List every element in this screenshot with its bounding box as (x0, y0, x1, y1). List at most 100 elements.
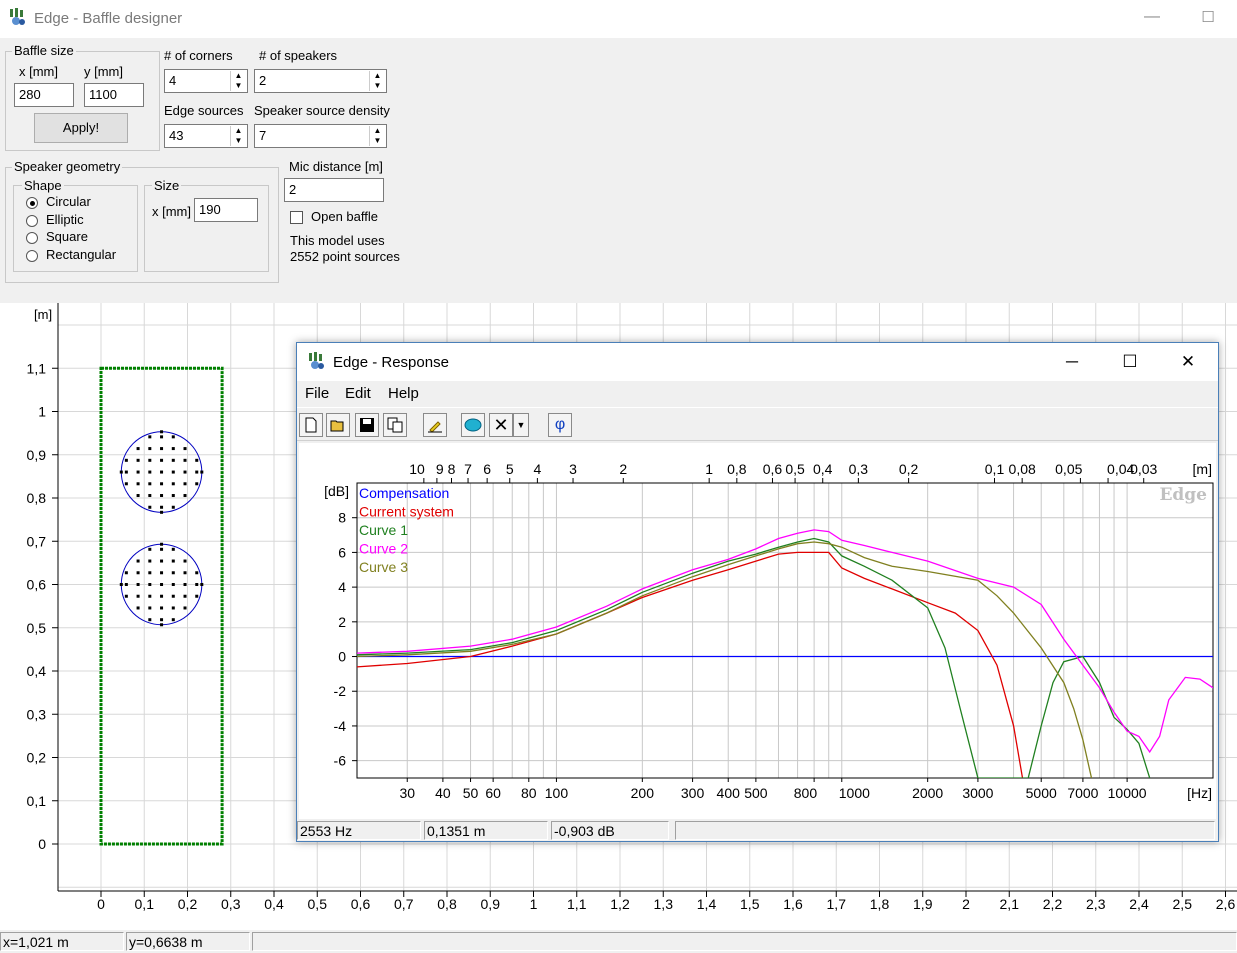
size-label: Size (152, 178, 182, 193)
dropdown-icon[interactable]: ▼ (513, 413, 529, 437)
shape-radio-rectangular[interactable] (26, 249, 38, 262)
top-tick-label: 0,4 (813, 461, 833, 477)
open-icon[interactable] (326, 413, 350, 437)
speaker-source (136, 606, 140, 610)
speaker-source (124, 583, 128, 586)
response-status-level: -0,903 dB (551, 821, 669, 840)
mic-distance-label: Mic distance [m] (289, 159, 383, 174)
chart-frame (356, 482, 1214, 779)
corners-spinner[interactable]: 4 ▲ ▼ (164, 69, 248, 93)
speaker-density-label: Speaker source density (254, 103, 390, 118)
response-plot-area[interactable]: 8 6 4 2 0 -2 -4 -6 [dB] 30 40 50 60 80 100 200 300 400 500… (299, 443, 1216, 819)
y-tick-label: 2 (338, 614, 346, 630)
y-tick-label: 0,8 (27, 490, 47, 506)
speaker-density-spinner[interactable]: 7 ▲ ▼ (254, 124, 387, 148)
shape-radio-elliptic[interactable] (26, 214, 38, 227)
x-tick-label: 1,5 (740, 896, 760, 912)
speaker-source (183, 606, 187, 610)
shape-radio-circular[interactable] (26, 197, 38, 209)
x-tick-label: 80 (521, 785, 537, 801)
new-icon[interactable] (299, 413, 323, 437)
menu-file[interactable]: File (305, 385, 329, 402)
open-baffle-checkbox[interactable] (290, 211, 303, 224)
save-icon[interactable] (355, 413, 379, 437)
speaker-source (195, 482, 199, 486)
shape-label-circular[interactable]: Circular (46, 194, 91, 209)
speaker-density-value: 7 (259, 128, 267, 143)
speaker-source (183, 571, 187, 575)
speaker-source (171, 571, 175, 575)
response-chart[interactable]: 86420-2-4-6[dB]30 40 50 60 80 100 200 300 400 500… (299, 443, 1216, 819)
x-tick-label: 1 (530, 896, 538, 912)
shape-label-square[interactable]: Square (46, 229, 88, 244)
speaker-source (183, 559, 187, 563)
copy-icon[interactable] (383, 413, 407, 437)
maximize-icon[interactable]: ☐ (1107, 349, 1153, 375)
menu-edit[interactable]: Edit (345, 385, 371, 402)
y-tick-label: -6 (334, 753, 347, 769)
speaker-icon[interactable] (461, 413, 485, 437)
speaker-source (183, 594, 187, 598)
maximize-button[interactable]: ☐ (1196, 8, 1220, 28)
top-tick-label: 0,08 (1009, 461, 1036, 477)
baffle-x-input[interactable]: 280 (14, 83, 74, 107)
model-info-line1: This model uses (290, 233, 385, 248)
speaker-source (148, 547, 152, 551)
y-tick-label: 0,5 (27, 620, 47, 636)
speaker-source (160, 606, 164, 610)
x-axis-label: [Hz] (1187, 785, 1212, 801)
mic-distance-input[interactable]: 2 (284, 178, 384, 202)
speaker-source (171, 618, 175, 622)
speaker-source (148, 594, 152, 598)
menu-help[interactable]: Help (388, 385, 419, 402)
baffle-y-input[interactable]: 1100 (84, 83, 144, 107)
phase-icon[interactable]: φ (548, 413, 572, 437)
minimize-button[interactable]: — (1140, 8, 1164, 28)
x-tick-label: 300 (681, 785, 705, 801)
pen-icon[interactable] (423, 413, 447, 437)
y-tick-label: 1,1 (27, 360, 47, 376)
spinner-arrows-icon[interactable]: ▲ ▼ (369, 71, 385, 91)
x-tick-label: 800 (794, 785, 818, 801)
response-status-empty (675, 821, 1215, 840)
spinner-arrows-icon[interactable]: ▲ ▼ (230, 71, 246, 91)
spinner-arrows-icon[interactable]: ▲ ▼ (369, 126, 385, 146)
close-icon[interactable]: ✕ (1165, 349, 1211, 375)
speaker-source (160, 494, 164, 498)
size-x-input[interactable]: 190 (194, 198, 258, 222)
speaker-source (148, 571, 152, 575)
speaker-source (160, 594, 164, 598)
apply-button[interactable]: Apply! (34, 113, 128, 143)
main-title-bar: Edge - Baffle designer — ☐ (0, 0, 1237, 38)
speaker-source (160, 542, 164, 546)
response-window-title: Edge - Response (333, 354, 449, 371)
y-tick-label: 0 (338, 649, 346, 665)
top-tick-label: 3 (569, 461, 577, 477)
shape-label-rectangular[interactable]: Rectangular (46, 247, 116, 262)
x-tick-label: 10000 (1108, 785, 1147, 801)
x-tick-label: 2,1 (1000, 896, 1020, 912)
speakers-spinner[interactable]: 2 ▲ ▼ (254, 69, 387, 93)
top-axis-label: [m] (1193, 461, 1212, 477)
x-tick-label: 1,2 (610, 896, 630, 912)
minimize-icon[interactable]: ─ (1049, 349, 1095, 375)
main-status-bar: x=1,021 m y=0,6638 m (0, 930, 1237, 953)
response-title-bar: Edge - Response ─ ☐ ✕ (297, 343, 1218, 381)
speaker-source (160, 623, 164, 627)
shape-radio-square[interactable] (26, 232, 38, 244)
spinner-arrows-icon[interactable]: ▲ ▼ (230, 126, 246, 146)
speaker-source (148, 470, 152, 474)
x-tick-label: 60 (485, 785, 501, 801)
response-window[interactable]: Edge - Response ─ ☐ ✕ File Edit Help ✕ ▼… (296, 342, 1219, 842)
x-tick-label: 0,2 (178, 896, 198, 912)
shape-label-elliptic[interactable]: Elliptic (46, 212, 84, 227)
speaker-source (183, 482, 187, 486)
speaker-source (160, 505, 164, 509)
edge-sources-spinner[interactable]: 43 ▲ ▼ (164, 124, 248, 148)
delete-icon[interactable]: ✕ (489, 413, 513, 437)
baffle-y-label: y [mm] (84, 64, 123, 79)
speaker-source (148, 482, 152, 486)
speaker-source (148, 618, 152, 622)
open-baffle-label[interactable]: Open baffle (311, 209, 378, 224)
speaker-source (136, 594, 140, 598)
